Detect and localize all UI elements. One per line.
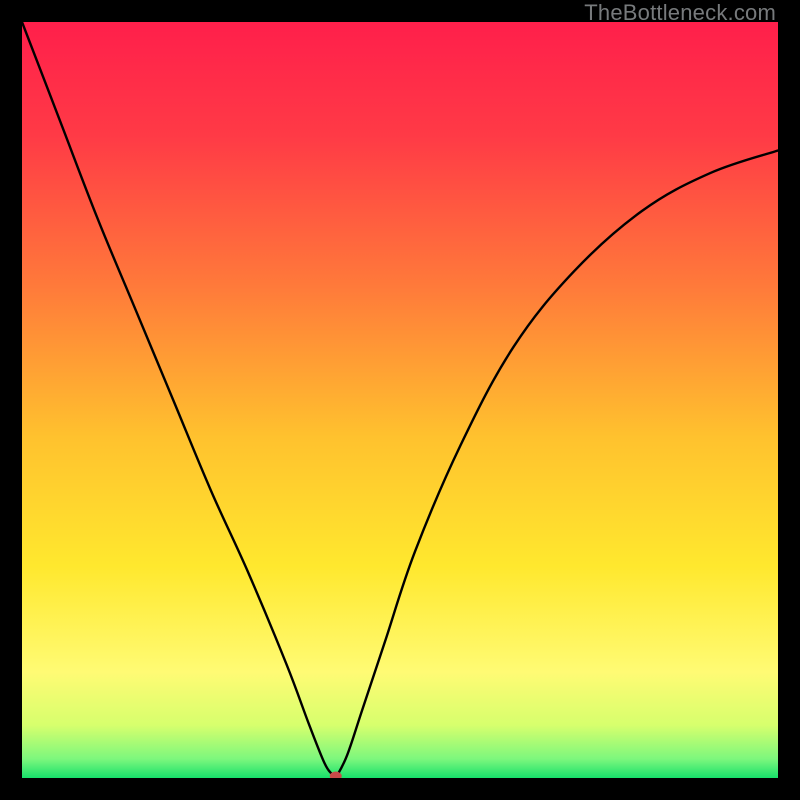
gradient-background [22,22,778,778]
chart-frame [22,22,778,778]
chart-svg [22,22,778,778]
